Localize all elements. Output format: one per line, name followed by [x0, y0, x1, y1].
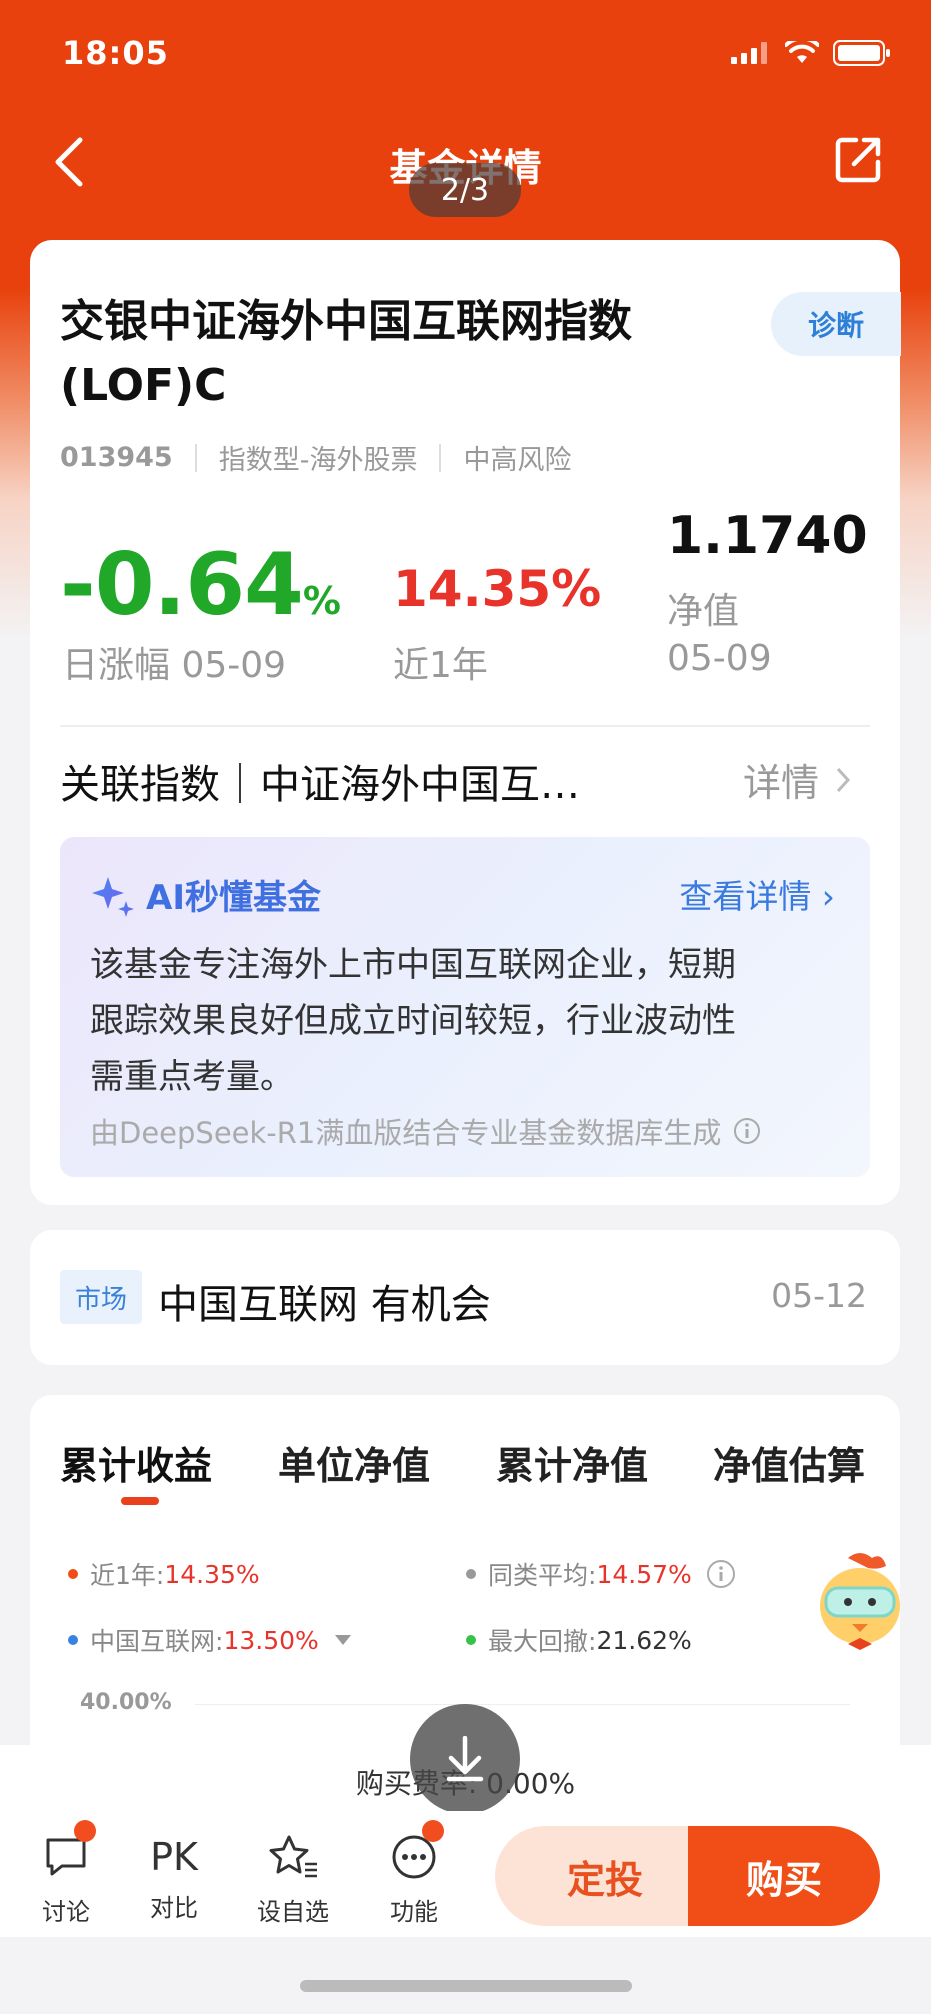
- legend-dot: [466, 1635, 476, 1645]
- battery-icon: [833, 40, 890, 66]
- fund-meta: 013945 指数型-海外股票 中高风险: [60, 438, 571, 477]
- wifi-icon: [785, 41, 819, 63]
- pk-icon: PK: [150, 1835, 198, 1879]
- info-icon[interactable]: [733, 1117, 761, 1145]
- fund-code: 013945: [60, 442, 173, 473]
- tab-cumulative-return[interactable]: 累计收益: [60, 1435, 212, 1490]
- info-icon[interactable]: [706, 1559, 736, 1589]
- daily-change: -0.64%: [60, 535, 341, 635]
- nav-date: 05-09: [667, 638, 772, 679]
- gridline: [195, 1704, 850, 1705]
- legend-dot: [68, 1635, 78, 1645]
- fund-name: 交银中证海外中国互联网指数 (LOF)C: [60, 296, 632, 411]
- legend-item-1y: 近1年: 14.35%: [68, 1556, 260, 1592]
- year-return: 14.35%: [393, 560, 602, 618]
- ai-view-details-link[interactable]: 查看详情 ›: [679, 870, 835, 918]
- buy-button[interactable]: 购买: [688, 1826, 880, 1926]
- status-time: 18:05: [62, 34, 169, 72]
- chevron-right-icon: [836, 767, 851, 792]
- mascot-icon[interactable]: [808, 1548, 908, 1658]
- star-icon: [269, 1835, 317, 1878]
- fund-type: 指数型-海外股票: [218, 445, 418, 476]
- home-indicator[interactable]: [300, 1980, 632, 1992]
- caret-down-icon: [334, 1635, 351, 1645]
- discuss-button[interactable]: 讨论: [16, 1834, 116, 1927]
- ai-summary-title: AI秒懂基金: [90, 870, 321, 919]
- ai-summary-text: 该基金专注海外上市中国互联网企业，短期 跟踪效果良好但成立时间较短，行业波动性 …: [90, 945, 736, 1097]
- tab-unit-nav[interactable]: 单位净值: [278, 1435, 430, 1490]
- arrow-down-icon: [446, 1736, 484, 1782]
- nav-label: 净值: [667, 591, 740, 632]
- associated-index-detail[interactable]: 详情: [743, 752, 851, 807]
- signal-icon: [731, 42, 767, 64]
- associated-index[interactable]: 关联指数｜中证海外中国互…: [60, 752, 580, 810]
- sparkle-icon: [92, 876, 134, 917]
- news-headline[interactable]: 中国互联网 有机会: [158, 1272, 491, 1330]
- tab-nav-estimate[interactable]: 净值估算: [713, 1435, 865, 1490]
- fund-risk: 中高风险: [463, 445, 572, 476]
- legend-item-max-drawdown: 最大回撤: 21.62%: [466, 1622, 692, 1658]
- share-icon[interactable]: [834, 134, 884, 184]
- news-date: 05-12: [771, 1276, 867, 1315]
- status-icons: [731, 40, 891, 66]
- year-return-label: 近1年: [393, 645, 488, 686]
- tab-accumulated-nav[interactable]: 累计净值: [496, 1435, 648, 1490]
- ai-source-note: 由DeepSeek-R1满血版结合专业基金数据库生成: [90, 1110, 761, 1152]
- compare-button[interactable]: PK 对比: [124, 1834, 224, 1923]
- divider: [60, 725, 870, 727]
- legend-dot: [466, 1569, 476, 1579]
- legend-item-index[interactable]: 中国互联网: 13.50%: [68, 1622, 351, 1658]
- divider: [439, 443, 442, 472]
- nav-value: 1.1740: [667, 506, 868, 566]
- divider: [194, 443, 197, 472]
- download-button[interactable]: [410, 1704, 520, 1814]
- active-tab-indicator: [121, 1497, 159, 1505]
- diagnose-button[interactable]: 诊断: [771, 292, 901, 356]
- y-axis-tick: 40.00%: [80, 1690, 172, 1715]
- news-tag: 市场: [60, 1270, 142, 1324]
- legend-dot: [68, 1569, 78, 1579]
- add-to-watchlist-button[interactable]: 设自选: [243, 1834, 343, 1927]
- daily-change-label: 日涨幅 05-09: [62, 645, 287, 686]
- page-indicator: 2/3: [409, 163, 521, 217]
- notification-badge: [422, 1820, 444, 1842]
- auto-invest-button[interactable]: 定投: [495, 1826, 715, 1926]
- functions-button[interactable]: 功能: [364, 1834, 464, 1927]
- legend-item-peer-avg: 同类平均: 14.57%: [466, 1556, 736, 1592]
- notification-badge: [74, 1820, 96, 1842]
